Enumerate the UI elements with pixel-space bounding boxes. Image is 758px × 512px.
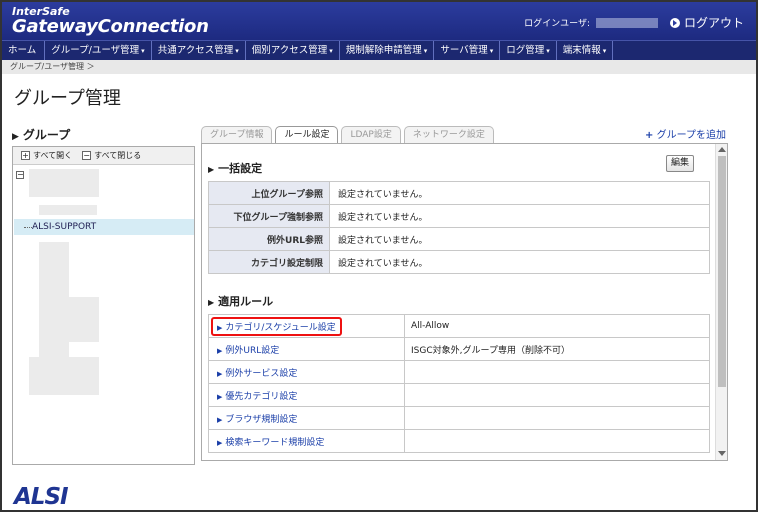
user-area: ログインユーザ: ログアウト <box>524 14 744 31</box>
tab-network-settings[interactable]: ネットワーク設定 <box>403 126 494 143</box>
minus-icon: − <box>82 151 92 160</box>
logout-icon <box>669 17 680 28</box>
main-menu: ホーム グループ/ユーザ管理 ▾ 共通アクセス管理 ▾ 個別アクセス管理 ▾ 規制解除… <box>2 40 756 60</box>
menu-terminal[interactable]: 端末情報 ▾ <box>557 41 614 60</box>
add-group-link[interactable]: + グループを追加 <box>645 126 726 141</box>
rule-link-exception-service[interactable]: ▶ 例外サービス設定 <box>217 369 297 379</box>
table-row: ▶ ブラウザ規制設定 <box>208 406 710 430</box>
login-user-name <box>595 17 658 28</box>
triangle-right-icon: ▶ <box>12 132 19 142</box>
table-row: 上位グループ参照 設定されていません。 <box>208 181 710 205</box>
rule-link-priority-category[interactable]: ▶ 優先カテゴリ設定 <box>217 392 297 402</box>
scroll-down-icon[interactable] <box>718 451 726 456</box>
menu-group-user[interactable]: グループ/ユーザ管理 ▾ <box>45 41 152 60</box>
triangle-right-icon: ▶ <box>208 298 215 307</box>
header: InterSafe GatewayConnection ログインユーザ: ログア… <box>2 2 756 40</box>
tree-item-alsi-support[interactable]: ALSI-SUPPORT <box>14 219 194 235</box>
table-row: ▶ 例外URL設定 ISGC対象外,グループ専用（削除不可） <box>208 337 710 361</box>
logout-button[interactable]: ログアウト <box>669 14 744 31</box>
chevron-down-icon: ▾ <box>489 47 494 55</box>
tab-group-info[interactable]: グループ情報 <box>201 126 273 143</box>
menu-unblock-request[interactable]: 規制解除申請管理 ▾ <box>340 41 435 60</box>
bulk-settings-title: ▶ 一括設定 <box>208 162 263 175</box>
table-row: ▶ 優先カテゴリ設定 <box>208 383 710 407</box>
tab-bar: グループ情報 ルール設定 LDAP設定 ネットワーク設定 <box>201 126 494 144</box>
triangle-right-icon: ▶ <box>208 165 215 174</box>
chevron-down-icon: ▾ <box>329 47 333 55</box>
edit-button[interactable]: 編集 <box>666 155 694 172</box>
app-window: InterSafe GatewayConnection ログインユーザ: ログア… <box>0 0 758 512</box>
table-row: ▶ カテゴリ/スケジュール設定 All-Allow <box>208 314 710 338</box>
vertical-scrollbar[interactable] <box>715 144 727 460</box>
alsi-logo: ALSI <box>14 484 69 510</box>
applied-rules-title: ▶ 適用ルール <box>208 295 274 308</box>
breadcrumb[interactable]: グループ/ユーザ管理 ＞ <box>2 60 756 74</box>
rule-settings-panel: ▶ 一括設定 編集 上位グループ参照 設定されていません。 下位グループ強制参照 設定… <box>201 143 728 461</box>
plus-icon: + <box>645 130 654 141</box>
chevron-down-icon: ▾ <box>602 47 607 55</box>
page-title: グループ管理 <box>14 88 121 109</box>
group-panel-title: ▶ グループ <box>12 128 71 142</box>
table-row: 例外URL参照 設定されていません。 <box>208 227 710 251</box>
product-logo: InterSafe GatewayConnection <box>12 6 209 36</box>
scroll-thumb[interactable] <box>718 156 726 387</box>
rule-link-category-schedule[interactable]: ▶ カテゴリ/スケジュール設定 <box>211 316 342 336</box>
menu-home[interactable]: ホーム <box>2 41 46 60</box>
chevron-down-icon: ▾ <box>141 47 145 55</box>
chevron-down-icon: ▾ <box>423 47 428 55</box>
tree-controls: + すべて開く − すべて閉じる <box>13 147 194 165</box>
table-row: ▶ 例外サービス設定 <box>208 360 710 384</box>
chevron-down-icon: ▾ <box>235 47 239 55</box>
table-row: カテゴリ設定制限 設定されていません。 <box>208 250 710 274</box>
tree-item[interactable] <box>29 169 99 197</box>
menu-log[interactable]: ログ管理 ▾ <box>500 41 557 60</box>
applied-rules-table: ▶ カテゴリ/スケジュール設定 All-Allow ▶ 例外URL設定 ISGC対象… <box>208 314 710 453</box>
group-tree: + すべて開く − すべて閉じる − ALSI-SUPPORT <box>12 146 195 465</box>
rule-link-browser-restriction[interactable]: ▶ ブラウザ規制設定 <box>217 415 297 425</box>
menu-individual-access[interactable]: 個別アクセス管理 ▾ <box>246 41 340 60</box>
menu-common-access[interactable]: 共通アクセス管理 ▾ <box>152 41 246 60</box>
tab-rule-settings[interactable]: ルール設定 <box>275 126 339 144</box>
expand-all-button[interactable]: + すべて開く <box>21 150 72 161</box>
tab-ldap-settings[interactable]: LDAP設定 <box>341 126 401 143</box>
bulk-settings-table: 上位グループ参照 設定されていません。 下位グループ強制参照 設定されていません。 … <box>208 181 710 274</box>
collapse-all-button[interactable]: − すべて閉じる <box>82 150 141 161</box>
tree-toggle[interactable]: − <box>16 171 24 179</box>
plus-icon: + <box>21 151 30 160</box>
rule-link-search-keyword[interactable]: ▶ 検索キーワード規制設定 <box>217 438 324 448</box>
login-user-label: ログインユーザ: <box>524 19 590 29</box>
logo-line2: GatewayConnection <box>12 16 209 37</box>
tree-item[interactable] <box>39 205 97 215</box>
table-row: 下位グループ強制参照 設定されていません。 <box>208 204 710 228</box>
logout-label: ログアウト <box>683 16 744 30</box>
scroll-up-icon[interactable] <box>718 147 726 152</box>
menu-server[interactable]: サーバ管理 ▾ <box>434 41 501 60</box>
rule-link-exception-url[interactable]: ▶ 例外URL設定 <box>217 346 279 356</box>
table-row: ▶ 検索キーワード規制設定 <box>208 429 710 453</box>
chevron-down-icon: ▾ <box>546 47 550 55</box>
tree-item[interactable] <box>39 297 99 342</box>
tree-item[interactable] <box>29 357 99 395</box>
